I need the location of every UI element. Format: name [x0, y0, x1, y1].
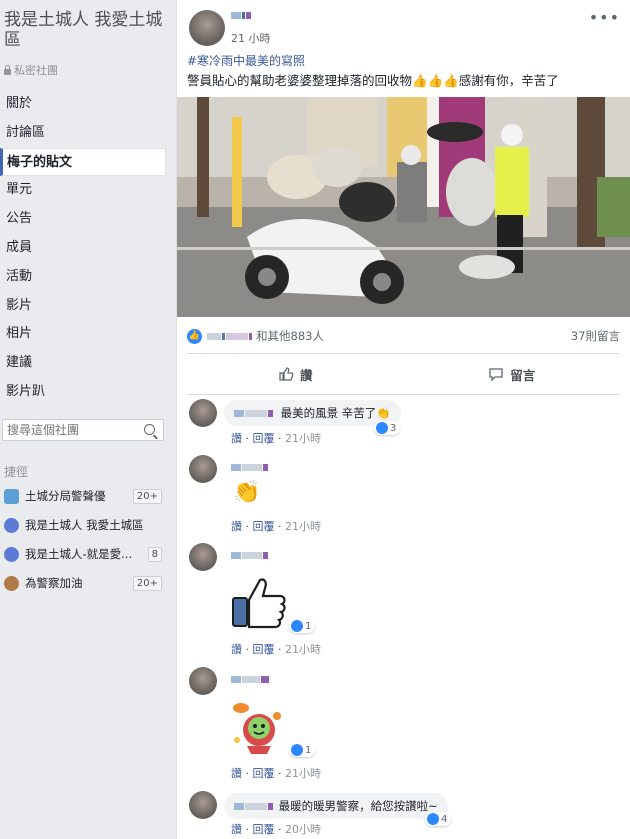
comment-reply-link[interactable]: 回覆: [253, 823, 275, 836]
comment-like-link[interactable]: 讚: [231, 767, 242, 780]
commenter-avatar[interactable]: [189, 543, 217, 571]
page-icon: [4, 575, 19, 591]
shortcut-item[interactable]: 土城分局警聲優 20+: [0, 485, 170, 507]
comment-time[interactable]: 20小時: [285, 823, 321, 836]
comment-reaction[interactable]: 4: [425, 812, 452, 826]
cartoon-sticker: [233, 703, 281, 754]
notification-badge: 20+: [132, 575, 162, 591]
post-hashtag[interactable]: #寒冷雨中最美的寫照: [187, 52, 305, 69]
shortcut-item[interactable]: 我是土城人 我愛土城區: [0, 514, 170, 536]
comment-reaction[interactable]: 1: [289, 743, 316, 757]
comment-time[interactable]: 21小時: [285, 767, 321, 780]
comment-text: 最暖的暖男警察，給您按讚啦~: [278, 799, 438, 813]
shortcuts-title: 捷徑: [4, 465, 29, 479]
comment-emoji: 👏: [233, 480, 261, 505]
comment-actions: 讚 · 回覆 · 21小時: [231, 643, 321, 656]
nav-item-suggestions[interactable]: 建議: [0, 349, 170, 378]
nav-item-videos[interactable]: 影片: [0, 292, 170, 321]
comment-like-link[interactable]: 讚: [231, 643, 242, 656]
post-stats: 👍 和其他883人 37則留言: [187, 327, 620, 345]
post-text: 警員貼心的幫助老婆婆整理掉落的回收物👍👍👍感謝有你，辛苦了: [187, 73, 559, 88]
like-reaction-icon: 👍: [187, 328, 202, 344]
commenter-name-redacted[interactable]: [234, 410, 273, 417]
comment-bubble: 最美的風景 辛苦了👏: [224, 400, 401, 426]
post-time[interactable]: 21 小時: [231, 30, 271, 46]
comment-icon: [489, 368, 503, 382]
shortcut-item[interactable]: 為警察加油 20+: [0, 572, 170, 594]
nav-item-events[interactable]: 活動: [0, 263, 170, 292]
comment-bubble: 最暖的暖男警察，給您按讚啦~: [224, 793, 448, 819]
search-icon[interactable]: [144, 424, 155, 435]
comment-reply-link[interactable]: 回覆: [253, 767, 275, 780]
notification-badge: 8: [147, 546, 162, 562]
commenter-name-redacted[interactable]: [231, 676, 269, 683]
group-nav: 關於 討論區 梅子的貼文 單元 公告 成員 活動 影片 相片 建議 影片趴: [0, 90, 170, 407]
comment-button[interactable]: 留言: [404, 354, 621, 394]
more-options-icon[interactable]: •••: [589, 8, 620, 27]
notification-badge: 20+: [132, 488, 162, 504]
comment-like-link[interactable]: 讚: [231, 520, 242, 533]
privacy-label: 私密社團: [4, 62, 58, 78]
comment-reply-link[interactable]: 回覆: [253, 432, 275, 445]
comment-reaction[interactable]: 3: [374, 421, 401, 435]
comments-count[interactable]: 37則留言: [571, 328, 620, 344]
group-icon: [4, 517, 19, 533]
comment-reply-link[interactable]: 回覆: [253, 643, 275, 656]
group-title[interactable]: 我是土城人 我愛土城區: [4, 10, 169, 50]
nav-item-about[interactable]: 關於: [0, 90, 170, 119]
reactor-names-redacted[interactable]: [207, 332, 252, 340]
author-avatar[interactable]: [189, 10, 225, 46]
nav-item-watch-party[interactable]: 影片趴: [0, 378, 170, 407]
commenter-name-redacted[interactable]: [234, 803, 273, 810]
nav-item-units[interactable]: 單元: [0, 176, 170, 205]
left-sidebar: 我是土城人 我愛土城區 私密社團 關於 討論區 梅子的貼文 單元 公告 成員 活…: [0, 0, 170, 839]
comment-time[interactable]: 21小時: [285, 432, 321, 445]
comment-actions: 讚 · 回覆 · 21小時: [231, 520, 321, 533]
nav-item-member-posts[interactable]: 梅子的貼文: [0, 147, 166, 177]
post-photo[interactable]: [177, 97, 630, 317]
comment-time[interactable]: 21小時: [285, 520, 321, 533]
post-actions: 讚 留言: [187, 353, 620, 395]
comment-actions: 讚 · 回覆 · 20小時: [231, 823, 321, 836]
thumbs-up-icon: [279, 367, 294, 381]
group-icon: [4, 546, 19, 562]
comment-actions: 讚 · 回覆 · 21小時: [231, 432, 321, 445]
comment-reaction[interactable]: 1: [289, 619, 316, 633]
comment-like-link[interactable]: 讚: [231, 823, 242, 836]
comment-like-link[interactable]: 讚: [231, 432, 242, 445]
nav-item-discussion[interactable]: 討論區: [0, 119, 170, 148]
reactions-count[interactable]: 和其他883人: [256, 328, 324, 344]
like-button[interactable]: 讚: [187, 354, 404, 394]
commenter-avatar[interactable]: [189, 791, 217, 819]
commenter-avatar[interactable]: [189, 399, 217, 427]
commenter-avatar[interactable]: [189, 667, 217, 695]
comment-text: 最美的風景 辛苦了👏: [280, 406, 391, 420]
thumbs-up-sticker: 👍: [232, 578, 286, 629]
commenter-avatar[interactable]: [189, 455, 217, 483]
commenter-name-redacted[interactable]: [231, 464, 268, 471]
group-search: [2, 419, 164, 441]
nav-item-photos[interactable]: 相片: [0, 320, 170, 349]
group-search-input[interactable]: [3, 420, 141, 440]
author-name-redacted[interactable]: [231, 12, 251, 19]
comment-time[interactable]: 21小時: [285, 643, 321, 656]
comment-actions: 讚 · 回覆 · 21小時: [231, 767, 321, 780]
nav-item-announcements[interactable]: 公告: [0, 205, 170, 234]
shortcut-group-icon: [4, 488, 19, 504]
comment-reply-link[interactable]: 回覆: [253, 520, 275, 533]
commenter-name-redacted[interactable]: [231, 552, 268, 559]
shortcut-item[interactable]: 我是土城人-就是愛... 8: [0, 543, 170, 565]
post-card: 21 小時 ••• #寒冷雨中最美的寫照 警員貼心的幫助老婆婆整理掉落的回收物👍…: [176, 0, 630, 839]
nav-item-members[interactable]: 成員: [0, 234, 170, 263]
lock-icon: [4, 64, 11, 75]
